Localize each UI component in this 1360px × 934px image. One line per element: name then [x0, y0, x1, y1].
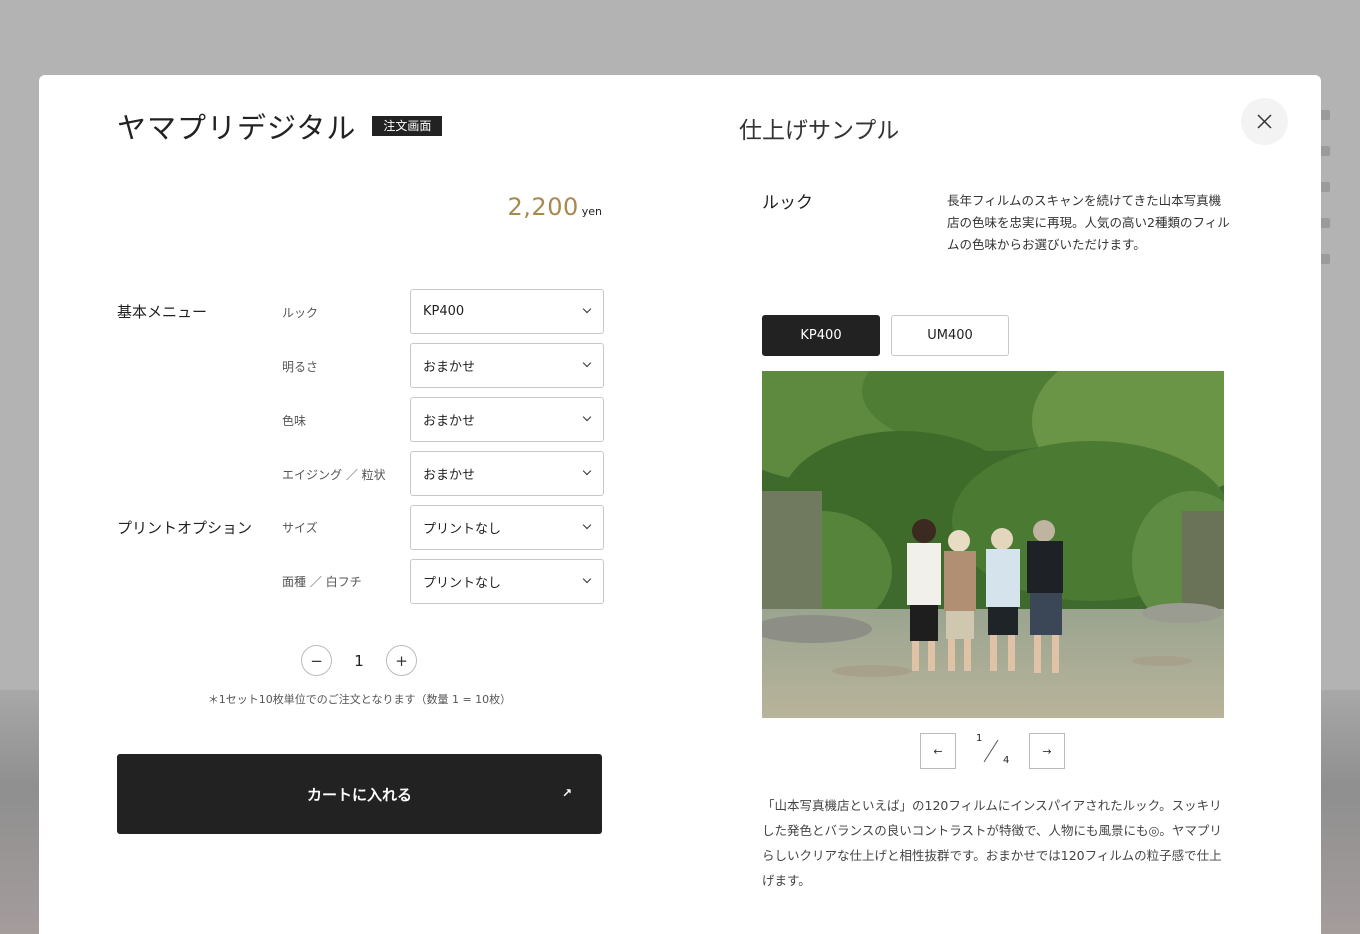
select-brightness[interactable]: おまかせ — [410, 343, 604, 388]
section-print-option: プリントオプション — [117, 519, 253, 537]
chevron-down-icon — [582, 304, 592, 314]
title-row: ヤマプリデジタル 注文画面 — [117, 105, 443, 147]
select-tint-value: おまかせ — [423, 414, 476, 429]
quantity-stepper: − 1 + — [301, 645, 417, 676]
select-tint[interactable]: おまかせ — [410, 397, 604, 442]
close-icon — [1257, 114, 1272, 129]
photo-pager: ← 1 4 → — [920, 733, 1065, 770]
select-aging-value: おまかせ — [423, 468, 476, 483]
select-look[interactable]: KP400 — [410, 289, 604, 334]
look-description: 長年フィルムのスキャンを続けてきた山本写真機店の色味を忠実に再現。人気の高い2種… — [947, 193, 1230, 252]
section-basic-menu: 基本メニュー — [117, 303, 208, 321]
chevron-down-icon — [582, 466, 592, 476]
add-to-cart-label: カートに入れる — [306, 785, 412, 804]
quantity-increase-button[interactable]: + — [386, 645, 417, 676]
app-title: ヤマプリデジタル — [117, 111, 357, 145]
quantity-note: ＊1セット10枚単位でのご注文となります（数量 1 = 10枚） — [207, 693, 512, 706]
chevron-down-icon — [582, 520, 592, 530]
price-unit: yen — [581, 205, 602, 218]
option-label-surface: 面種 ／ 白フチ — [282, 575, 362, 589]
close-button[interactable] — [1241, 98, 1288, 145]
pager-next-button[interactable]: → — [1029, 733, 1065, 769]
tab-kp400[interactable]: KP400 — [762, 315, 880, 356]
pager-separator — [983, 739, 999, 763]
chevron-down-icon — [582, 412, 592, 422]
order-modal: ヤマプリデジタル 注文画面 2,200 yen 基本メニュー プリントオプション … — [39, 75, 1321, 934]
select-look-value: KP400 — [423, 304, 465, 319]
select-aging[interactable]: おまかせ — [410, 451, 604, 496]
sample-photo-illustration — [762, 371, 1224, 718]
quantity-value: 1 — [354, 651, 364, 670]
select-size-value: プリントなし — [423, 522, 502, 537]
pager-prev-button[interactable]: ← — [920, 733, 956, 769]
option-label-aging: エイジング ／ 粒状 — [282, 468, 386, 482]
select-surface[interactable]: プリントなし — [410, 559, 604, 604]
select-brightness-value: おまかせ — [423, 360, 476, 375]
option-label-look: ルック — [282, 306, 319, 320]
option-label-tint: 色味 — [282, 414, 307, 428]
pager-total: 4 — [1003, 755, 1010, 766]
option-label-brightness: 明るさ — [282, 360, 319, 374]
arrow-up-right-icon: ↗ — [561, 786, 572, 800]
look-tabs: KP400 UM400 — [762, 315, 1020, 356]
select-size[interactable]: プリントなし — [410, 505, 604, 550]
tab-um400[interactable]: UM400 — [891, 315, 1009, 356]
price: 2,200 yen — [117, 193, 602, 221]
sample-description: 「山本写真機店といえば」の120フィルムにインスパイアされたルック。スッキリした… — [762, 798, 1222, 888]
background-scroll-indicators — [1320, 110, 1332, 290]
price-value: 2,200 — [507, 193, 579, 221]
chevron-down-icon — [582, 358, 592, 368]
sample-photo — [762, 371, 1224, 718]
select-surface-value: プリントなし — [423, 576, 502, 591]
quantity-decrease-button[interactable]: − — [301, 645, 332, 676]
add-to-cart-button[interactable]: カートに入れる ↗ — [117, 754, 602, 834]
option-label-size: サイズ — [282, 521, 318, 535]
order-screen-badge: 注文画面 — [372, 116, 443, 136]
chevron-down-icon — [582, 574, 592, 584]
look-title: ルック — [762, 193, 813, 213]
sample-title: 仕上げサンプル — [739, 118, 900, 144]
